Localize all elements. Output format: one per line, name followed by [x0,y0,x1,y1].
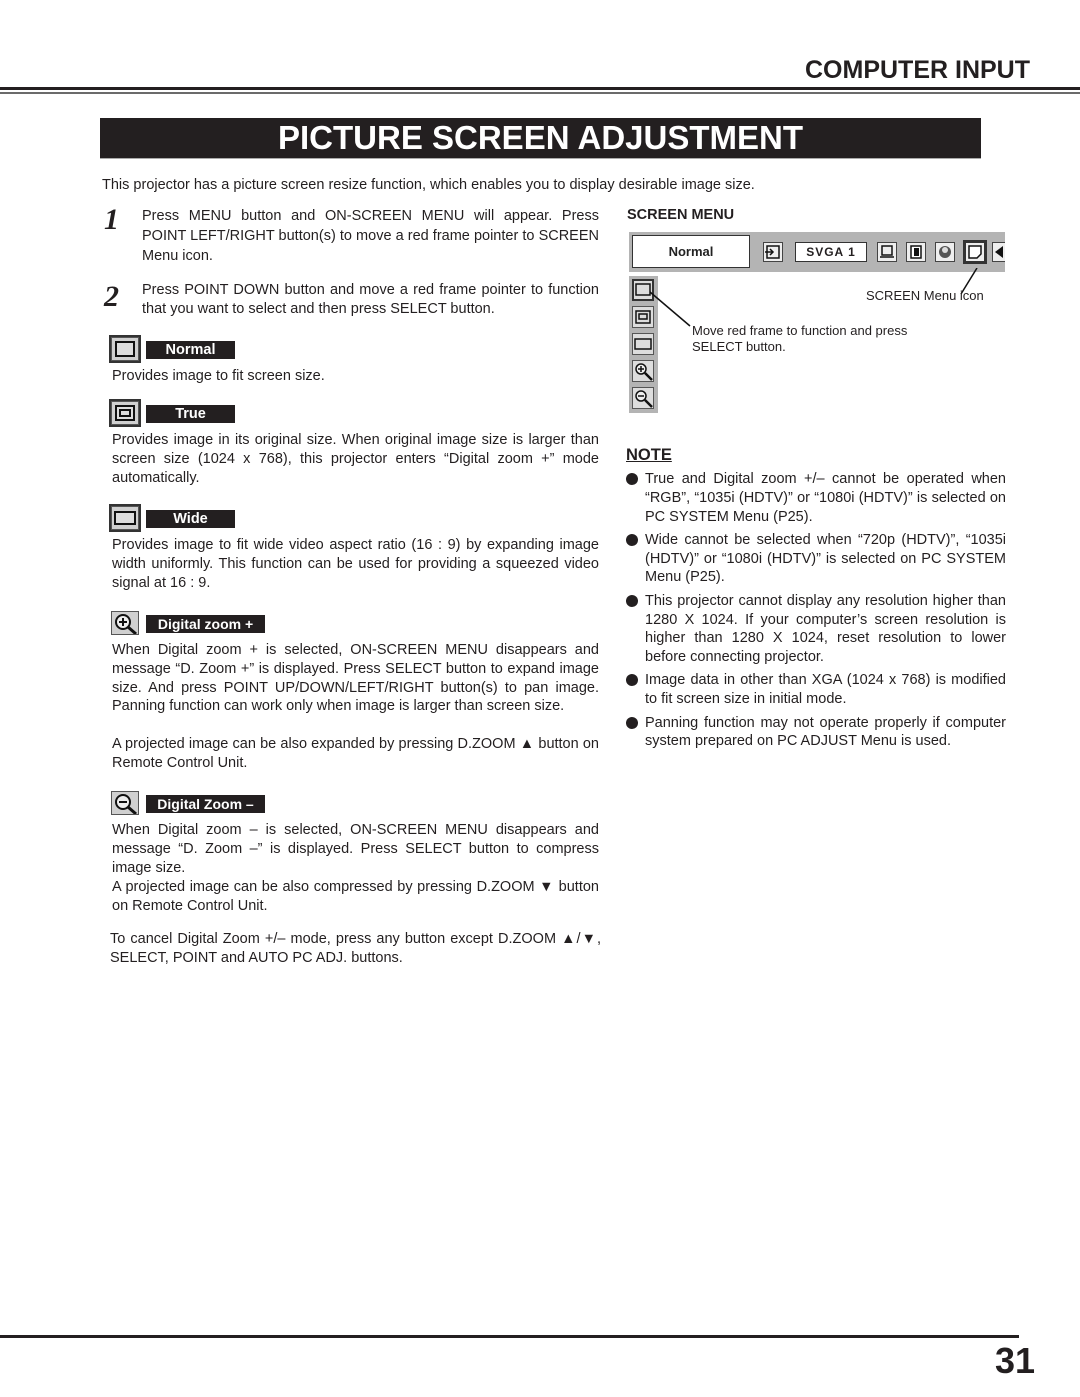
header-rule [0,87,1080,90]
mode-remote-note-digital-zoom-in: A projected image can be also expanded b… [112,736,599,771]
mode-label-wide: Wide [146,510,235,528]
zoom-out-icon [111,791,139,815]
note-item-text: This projector cannot display any resolu… [645,592,1006,666]
mode-remote-note-digital-zoom-out: A projected image can be also compressed… [112,879,599,914]
note-item-text: True and Digital zoom +/– cannot be oper… [645,471,1006,525]
step-number-2: 2 [104,280,119,313]
mode-description-wide: Provides image to fit wide video aspect … [112,537,599,591]
footer-rule [0,1335,1019,1338]
mode-label-true: True [146,405,235,423]
note-item-text: Panning function may not operate properl… [645,714,1006,750]
zoom-in-icon [111,611,139,635]
input-icon [763,242,783,262]
bullet-icon [626,533,638,546]
note-heading: NOTE [626,446,672,464]
source-display: SVGA 1 [795,242,867,262]
note-item: Panning function may not operate properl… [626,714,1006,752]
page-number: 31 [995,1340,1036,1381]
step-text-2: Press POINT DOWN button and move a red f… [142,282,599,317]
mode-label-digital-zoom-out: Digital Zoom – [146,795,265,813]
bullet-icon [626,473,638,485]
function-pointer-line [649,291,691,327]
mode-description-digital-zoom-out: When Digital zoom – is selected, ON-SCRE… [112,822,599,876]
step-text-1: Press MENU button and ON-SCREEN MENU wil… [142,208,599,264]
note-item: True and Digital zoom +/– cannot be oper… [626,470,1006,526]
true-screen-icon [109,399,141,427]
normal-screen-icon [109,335,141,363]
bullet-icon [626,674,638,687]
bullet-icon [626,716,638,729]
wide-screen-icon [109,504,141,532]
image-adjust-icon [935,242,955,262]
mode-description-normal: Provides image to fit screen size. [112,368,325,384]
function-pointer-caption: Move red frame to function and press SEL… [692,323,908,354]
pc-adjust-icon [877,242,897,262]
sound-icon [992,242,1005,262]
on-screen-menu-bar: Normal SVGA 1 [629,232,1005,272]
page-title: PICTURE SCREEN ADJUSTMENT [100,118,981,159]
screen-menu-icon-caption: SCREEN Menu icon [866,288,984,303]
wide-screen-icon [632,333,654,355]
image-select-icon [906,242,926,262]
step-number-1: 1 [104,203,119,236]
note-item: Image data in other than XGA (1024 x 768… [626,671,1006,709]
mode-label-digital-zoom-in: Digital zoom + [146,615,265,633]
header-rule-thin [0,92,1080,94]
screen-menu-heading: SCREEN MENU [627,207,735,223]
note-list: True and Digital zoom +/– cannot be oper… [626,470,1006,756]
section-heading: COMPUTER INPUT [805,56,1030,84]
cancel-note: To cancel Digital Zoom +/– mode, press a… [110,931,601,966]
screen-menu-icon [963,240,987,264]
note-item-text: Image data in other than XGA (1024 x 768… [645,672,1006,708]
mode-description-digital-zoom-in: When Digital zoom + is selected, ON-SCRE… [112,642,599,715]
note-item-text: Wide cannot be selected when “720p (HDTV… [645,531,1006,586]
zoom-out-icon [632,387,654,409]
mode-description-true: Provides image in its original size. Whe… [112,432,599,486]
note-item: This projector cannot display any resolu… [626,592,1006,667]
intro-text: This projector has a picture screen resi… [102,177,755,193]
current-mode-display: Normal [632,235,750,268]
mode-label-normal: Normal [146,341,235,359]
zoom-in-icon [632,360,654,382]
note-item: Wide cannot be selected when “720p (HDTV… [626,531,1006,587]
bullet-icon [626,594,638,607]
